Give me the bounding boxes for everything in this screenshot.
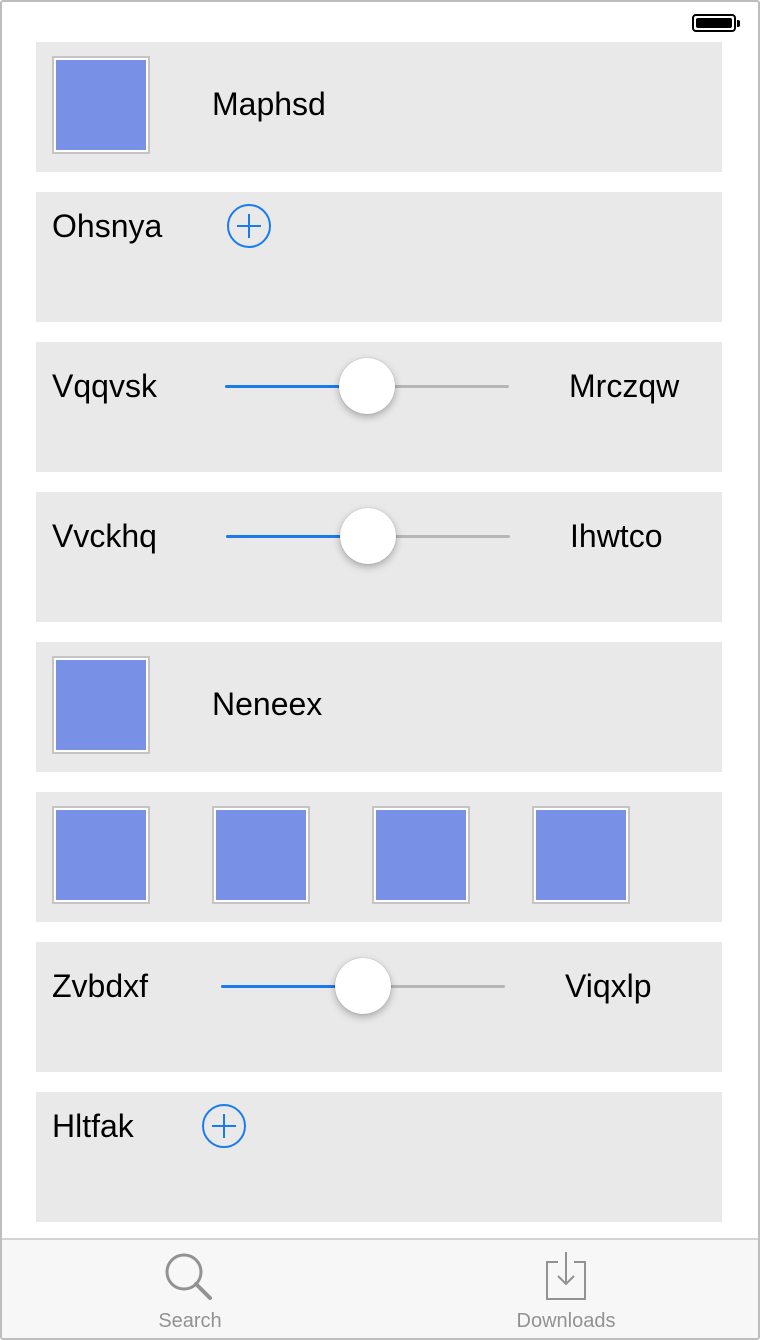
image-thumbnail[interactable]: [52, 806, 150, 904]
list-item-add-row: Hltfak: [36, 1092, 722, 1222]
list-item-slider-row: Zvbdxf Viqxlp: [36, 942, 722, 1072]
slider-max-label: Viqxlp: [565, 968, 652, 1004]
image-thumbnail[interactable]: [52, 56, 150, 154]
slider-thumb[interactable]: [335, 958, 391, 1014]
slider-max-label: Ihwtco: [570, 518, 663, 554]
row-label: Ohsnya: [52, 208, 163, 244]
slider-min-label: Vvckhq: [52, 518, 157, 554]
slider-min-label: Vqqvsk: [52, 368, 157, 404]
slider-min-label: Zvbdxf: [52, 968, 149, 1004]
slider-thumb[interactable]: [340, 508, 396, 564]
list-item-image-gallery: [36, 792, 722, 922]
tab-label: Search: [158, 1310, 222, 1332]
slider[interactable]: [221, 956, 505, 1016]
tab-downloads[interactable]: Downloads: [466, 1240, 666, 1338]
row-label: Hltfak: [52, 1108, 134, 1144]
list-item-image-row[interactable]: Neneex: [36, 642, 722, 772]
tab-search[interactable]: Search: [90, 1240, 290, 1338]
slider[interactable]: [225, 356, 509, 416]
list-item-image-row[interactable]: Maphsd: [36, 42, 722, 172]
download-tray-icon: [546, 1252, 586, 1300]
row-label: Maphsd: [212, 86, 326, 122]
slider-thumb[interactable]: [339, 358, 395, 414]
tab-label: Downloads: [516, 1310, 616, 1332]
image-thumbnail[interactable]: [52, 656, 150, 754]
battery-icon: [692, 14, 740, 32]
search-icon: [165, 1253, 212, 1300]
row-label: Neneex: [212, 686, 323, 722]
slider-max-label: Mrczqw: [569, 368, 680, 404]
image-thumbnail[interactable]: [212, 806, 310, 904]
add-button[interactable]: [227, 204, 271, 248]
list-item-slider-row: Vqqvsk Mrczqw: [36, 342, 722, 472]
image-thumbnail[interactable]: [372, 806, 470, 904]
list-item-add-row: Ohsnya: [36, 192, 722, 322]
slider[interactable]: [226, 506, 510, 566]
app-frame: Maphsd Ohsnya Vqqvsk Mrczqw Vvckhq Ihwtc…: [0, 0, 760, 1340]
add-button[interactable]: [202, 1104, 246, 1148]
image-thumbnail[interactable]: [532, 806, 630, 904]
tab-bar: Search Downloads: [2, 1238, 758, 1338]
list-item-slider-row: Vvckhq Ihwtco: [36, 492, 722, 622]
